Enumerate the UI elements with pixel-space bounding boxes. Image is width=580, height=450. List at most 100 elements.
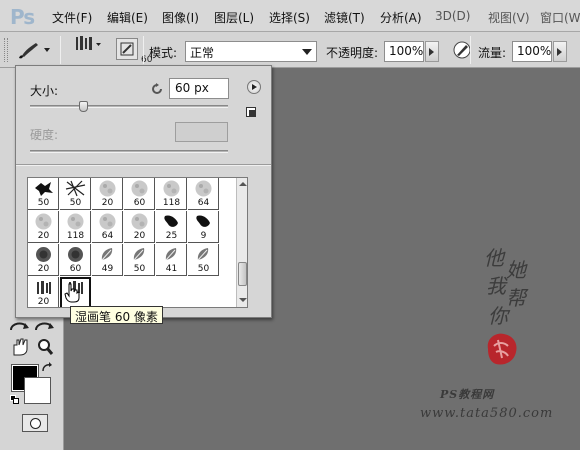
brush-tool-icon	[19, 43, 50, 59]
menu-layer[interactable]: 图层(L)	[214, 9, 254, 26]
brush-panel-icon	[120, 42, 134, 56]
brush-preset-item[interactable]: 25	[156, 211, 187, 243]
watermark-site-name: PS教程网	[440, 388, 495, 401]
brush-tooltip: 湿画笔 60 像素	[70, 306, 163, 324]
dark-round-brush-icon	[68, 247, 83, 262]
swap-colors-icon[interactable]	[41, 362, 53, 374]
menu-3d[interactable]: 3D(D)	[435, 9, 470, 23]
mode-label: 模式:	[149, 46, 178, 60]
picker-menu-button[interactable]	[247, 80, 261, 94]
hardness-input[interactable]	[175, 122, 228, 142]
watermark-char: 她	[506, 258, 526, 282]
leaf-brush-icon	[101, 248, 113, 261]
brush-size-value: 20	[37, 297, 50, 307]
chevron-down-icon	[239, 298, 247, 302]
dark-splash-brush-icon	[164, 215, 178, 227]
new-preset-icon[interactable]	[246, 107, 256, 117]
brush-preset-item[interactable]: 20	[124, 211, 155, 243]
brush-preset-picker-panel: 大小: 60 px 硬度: 50 50 20 60 118 64 20 118 64 20 25 9 2…	[15, 65, 272, 318]
hand-zoom-icons[interactable]	[10, 337, 56, 357]
flow-slider-button[interactable]	[553, 41, 567, 62]
watermark-url: www.tata580.com	[420, 406, 554, 421]
divider	[16, 164, 271, 166]
size-slider-track[interactable]	[30, 105, 228, 108]
menu-filter[interactable]: 滤镜(T)	[324, 9, 365, 26]
chevron-right-icon	[557, 48, 562, 56]
brush-preset-item[interactable]: 50	[60, 178, 91, 210]
tool-preset-picker[interactable]	[14, 38, 54, 62]
brush-preset-item[interactable]: 20	[92, 178, 123, 210]
opacity-label: 不透明度:	[326, 46, 379, 60]
menu-image[interactable]: 图像(I)	[162, 9, 199, 26]
brush-size-value: 50	[133, 264, 146, 274]
brush-size-value: 20	[37, 264, 50, 274]
scroll-down-button[interactable]	[237, 295, 247, 306]
flow-field[interactable]: 100%	[512, 41, 552, 62]
brush-size-value: 50	[197, 264, 210, 274]
menu-file[interactable]: 文件(F)	[52, 9, 92, 26]
options-bar-grip[interactable]	[4, 38, 8, 62]
dark-splash-brush-icon	[196, 215, 210, 227]
reset-size-icon[interactable]	[151, 83, 163, 95]
size-input[interactable]: 60 px	[169, 78, 229, 99]
options-bar: 60 模式: 正常 不透明度: 100% 流量: 100%	[0, 32, 580, 68]
brush-preset-item[interactable]: 49	[92, 244, 123, 276]
toggle-brush-panel-button[interactable]	[116, 38, 138, 60]
soft-texture-brush-icon	[195, 180, 212, 197]
brush-preset-item[interactable]: 50	[28, 178, 59, 210]
background-color-swatch[interactable]	[24, 377, 51, 404]
size-slider-thumb[interactable]	[79, 101, 89, 112]
rotate-view-icon[interactable]	[8, 318, 56, 334]
soft-texture-brush-icon	[131, 180, 148, 197]
soft-texture-brush-icon	[99, 213, 116, 230]
brush-preset-item[interactable]: 20	[28, 211, 59, 243]
menu-select[interactable]: 选择(S)	[269, 9, 310, 26]
leaf-brush-icon	[197, 248, 209, 261]
brush-size-value: 118	[162, 198, 181, 208]
brush-preset-item[interactable]: 50	[124, 244, 155, 276]
brush-size-value: 41	[165, 264, 178, 274]
brush-preset-item[interactable]: 118	[156, 178, 187, 210]
brush-preset-item[interactable]: 64	[92, 211, 123, 243]
brush-size-value: 64	[101, 231, 114, 241]
mode-select[interactable]: 正常	[185, 41, 317, 62]
brush-preset-item[interactable]: 60	[60, 244, 91, 276]
brush-size-value: 20	[101, 198, 114, 208]
brush-preset-item[interactable]: 60	[124, 178, 155, 210]
mode-value: 正常	[190, 46, 215, 60]
brush-size-value: 49	[101, 264, 114, 274]
brush-list-scrollbar[interactable]	[236, 178, 247, 307]
brush-preset-item[interactable]: 41	[156, 244, 187, 276]
hand-pointer-cursor-icon	[64, 283, 80, 303]
brush-preset-item[interactable]: 64	[188, 178, 219, 210]
menu-analysis[interactable]: 分析(A)	[380, 9, 422, 26]
opacity-field[interactable]: 100%	[384, 41, 424, 62]
separator	[470, 36, 471, 64]
scrollbar-thumb[interactable]	[238, 262, 247, 286]
flyout-arrow-icon	[252, 84, 257, 90]
leaf-brush-icon	[133, 248, 145, 261]
app-logo: Ps	[10, 5, 35, 29]
brush-preset-item[interactable]: 20	[28, 244, 59, 276]
brush-preset-list: 50 50 20 60 118 64 20 118 64 20 25 9 20 60 49 50 41 50 20	[27, 177, 248, 308]
watermark-char: 你	[488, 304, 508, 328]
brush-preset-item[interactable]: 50	[188, 244, 219, 276]
dark-round-brush-icon	[36, 247, 51, 262]
opacity-slider-button[interactable]	[425, 41, 439, 62]
menu-window[interactable]: 窗口(W)	[540, 9, 580, 26]
default-colors-icon[interactable]	[10, 395, 19, 404]
brush-preset-item[interactable]: 9	[188, 211, 219, 243]
quick-mask-button[interactable]	[22, 414, 48, 432]
brush-preset-picker[interactable]: 60	[66, 35, 152, 65]
brush-size-value: 60	[133, 198, 146, 208]
menu-view[interactable]: 视图(V)	[488, 9, 530, 26]
wet-brush-icon	[76, 36, 101, 50]
hardness-slider-track[interactable]	[30, 150, 228, 153]
soft-texture-brush-icon	[131, 213, 148, 230]
chevron-right-icon	[429, 48, 434, 56]
menu-edit[interactable]: 编辑(E)	[107, 9, 148, 26]
brush-preset-item[interactable]: 20	[28, 277, 59, 307]
scroll-up-button[interactable]	[237, 179, 247, 190]
brush-preset-item[interactable]: 118	[60, 211, 91, 243]
brush-size-value: 50	[37, 198, 50, 208]
